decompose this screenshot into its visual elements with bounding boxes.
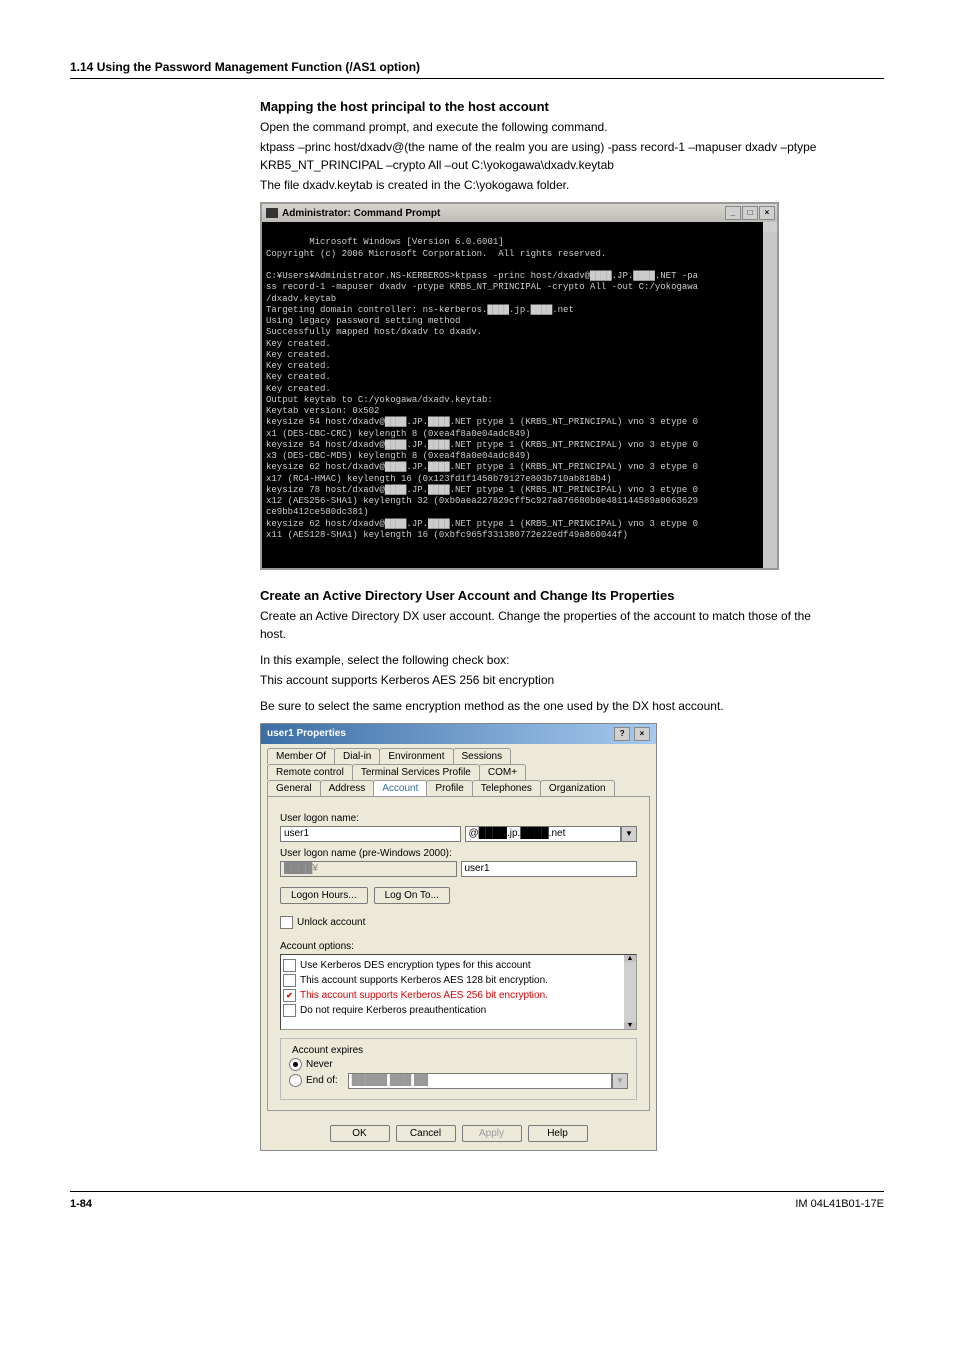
account-options-list[interactable]: Use Kerberos DES encryption types for th… <box>280 954 637 1030</box>
tab-dial-in[interactable]: Dial-in <box>334 748 380 764</box>
log-on-to-button[interactable]: Log On To... <box>374 887 450 904</box>
option-checkbox[interactable] <box>283 959 296 972</box>
close-button[interactable]: × <box>759 206 775 220</box>
tab-com-plus[interactable]: COM+ <box>479 764 526 780</box>
tab-row: Member Of Dial-in Environment Sessions <box>261 744 656 764</box>
tab-environment[interactable]: Environment <box>379 748 453 764</box>
window-titlebar: Administrator: Command Prompt _ □ × <box>262 204 777 222</box>
divider <box>70 78 884 79</box>
tab-terminal-services[interactable]: Terminal Services Profile <box>352 764 480 780</box>
body-text: In this example, select the following ch… <box>260 651 820 669</box>
help-button[interactable]: ? <box>614 727 630 741</box>
end-of-label: End of: <box>306 1075 338 1086</box>
logon-name-input[interactable] <box>280 826 461 842</box>
group-title: Account expires <box>289 1045 366 1056</box>
realm-combo[interactable]: @████.jp.████.net <box>465 826 622 842</box>
doc-id: IM 04L41B01-17E <box>795 1198 884 1210</box>
end-of-radio[interactable] <box>289 1074 302 1087</box>
minimize-button[interactable]: _ <box>725 206 741 220</box>
unlock-checkbox[interactable] <box>280 916 293 929</box>
cancel-button[interactable]: Cancel <box>396 1125 456 1142</box>
scrollbar[interactable] <box>624 955 636 1029</box>
unlock-label: Unlock account <box>297 917 365 928</box>
command-output-text: Microsoft Windows [Version 6.0.6001] Cop… <box>266 237 698 540</box>
body-text: ktpass –princ host/dxadv@(the name of th… <box>260 138 820 174</box>
chevron-down-icon[interactable]: ▼ <box>621 826 637 842</box>
body-text: This account supports Kerberos AES 256 b… <box>260 671 820 689</box>
logon-name-label: User logon name: <box>280 813 637 824</box>
never-radio[interactable] <box>289 1058 302 1071</box>
tab-account[interactable]: Account <box>373 780 427 796</box>
dialog-titlebar: user1 Properties ? × <box>261 724 656 744</box>
tab-telephones[interactable]: Telephones <box>472 780 541 796</box>
cmd-icon <box>266 208 278 218</box>
close-button[interactable]: × <box>634 727 650 741</box>
subheading-create-account: Create an Active Directory User Account … <box>260 588 820 603</box>
end-of-date[interactable]: █████ ███ ██ <box>348 1073 612 1089</box>
tab-profile[interactable]: Profile <box>426 780 472 796</box>
account-options-label: Account options: <box>280 941 637 952</box>
dialog-buttons: OK Cancel Apply Help <box>261 1117 656 1150</box>
option-checkbox[interactable]: ✔ <box>283 989 296 1002</box>
subheading-mapping: Mapping the host principal to the host a… <box>260 99 820 114</box>
tab-row: General Address Account Profile Telephon… <box>261 780 656 796</box>
body-text: Create an Active Directory DX user accou… <box>260 607 820 643</box>
chevron-down-icon[interactable]: ▼ <box>612 1073 628 1089</box>
body-text: The file dxadv.keytab is created in the … <box>260 176 820 194</box>
body-text: Open the command prompt, and execute the… <box>260 118 820 136</box>
pre2000-user-input[interactable] <box>461 861 638 877</box>
command-output: Microsoft Windows [Version 6.0.6001] Cop… <box>262 222 777 568</box>
option-label: Do not require Kerberos preauthenticatio… <box>300 1005 486 1016</box>
tab-organization[interactable]: Organization <box>540 780 615 796</box>
option-checkbox[interactable] <box>283 974 296 987</box>
command-prompt-window: Administrator: Command Prompt _ □ × Micr… <box>260 202 779 570</box>
tab-row: Remote control Terminal Services Profile… <box>261 764 656 780</box>
tab-address[interactable]: Address <box>320 780 375 796</box>
tab-member-of[interactable]: Member Of <box>267 748 335 764</box>
account-expires-group: Account expires Never End of: █████ ███ … <box>280 1038 637 1100</box>
option-label: Use Kerberos DES encryption types for th… <box>300 960 531 971</box>
domain-display: ████¥ <box>280 861 457 877</box>
ok-button[interactable]: OK <box>330 1125 390 1142</box>
option-checkbox[interactable] <box>283 1004 296 1017</box>
apply-button[interactable]: Apply <box>462 1125 522 1142</box>
page-footer: 1-84 IM 04L41B01-17E <box>70 1191 884 1210</box>
section-heading: 1.14 Using the Password Management Funct… <box>70 60 884 74</box>
option-label: This account supports Kerberos AES 128 b… <box>300 975 548 986</box>
tab-general[interactable]: General <box>267 780 321 796</box>
window-title: Administrator: Command Prompt <box>282 208 440 219</box>
never-label: Never <box>306 1059 333 1070</box>
logon-hours-button[interactable]: Logon Hours... <box>280 887 368 904</box>
account-tab-pane: User logon name: @████.jp.████.net ▼ Use… <box>267 796 650 1111</box>
pre2000-label: User logon name (pre-Windows 2000): <box>280 848 637 859</box>
maximize-button[interactable]: □ <box>742 206 758 220</box>
help-button[interactable]: Help <box>528 1125 588 1142</box>
body-text: Be sure to select the same encryption me… <box>260 697 820 715</box>
tab-sessions[interactable]: Sessions <box>453 748 512 764</box>
properties-dialog: user1 Properties ? × Member Of Dial-in E… <box>260 723 657 1151</box>
dialog-title: user1 Properties <box>267 728 346 739</box>
page-number: 1-84 <box>70 1198 92 1210</box>
scrollbar[interactable] <box>763 222 777 568</box>
tab-remote-control[interactable]: Remote control <box>267 764 353 780</box>
option-label: This account supports Kerberos AES 256 b… <box>300 990 548 1001</box>
